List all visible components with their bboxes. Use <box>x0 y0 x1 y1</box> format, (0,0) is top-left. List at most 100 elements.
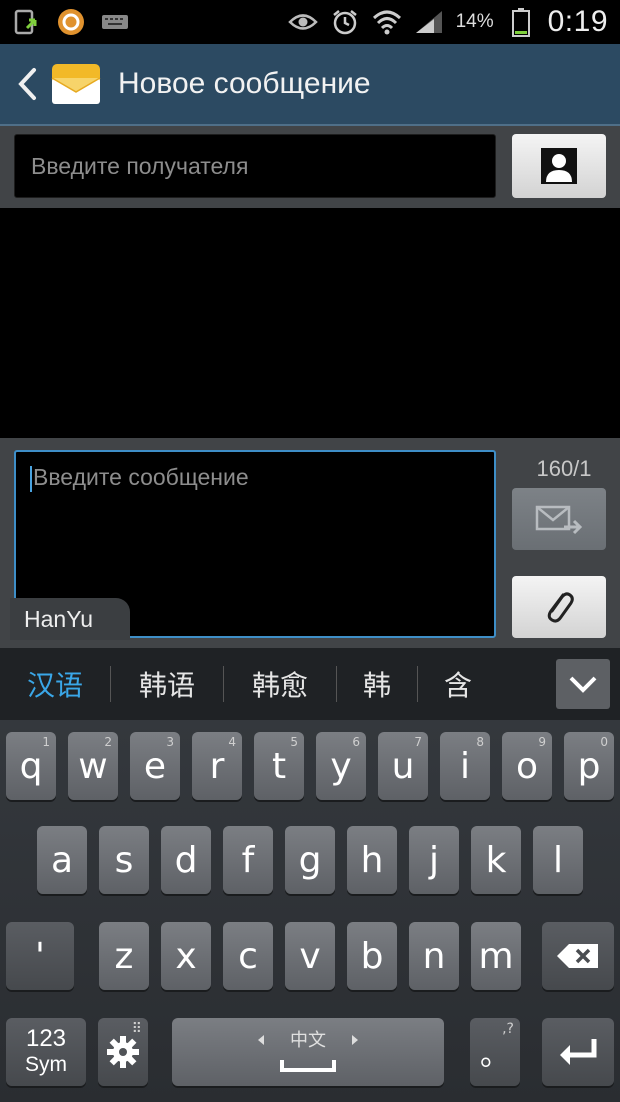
key-q[interactable]: 1q <box>6 732 56 800</box>
key-m[interactable]: m <box>471 922 521 990</box>
key-label: s <box>114 839 134 881</box>
key-label: o <box>515 745 539 787</box>
key-label: q <box>19 745 43 787</box>
space-bar-icon <box>258 1035 358 1072</box>
key-e[interactable]: 3e <box>130 732 180 800</box>
candidate-bar: 汉语 韩语 韩愈 韩 含 <box>0 648 620 720</box>
wifi-icon <box>372 7 402 37</box>
collapse-candidates-button[interactable] <box>556 659 610 709</box>
key-alt-label: 0 <box>600 735 608 749</box>
battery-icon <box>506 7 536 37</box>
candidate-item[interactable]: 韩愈 <box>224 648 336 720</box>
key-a[interactable]: a <box>37 826 87 894</box>
key-b[interactable]: b <box>347 922 397 990</box>
candidate-item[interactable]: 韩语 <box>111 648 223 720</box>
key-label: g <box>298 839 322 881</box>
key-label: ' <box>35 935 45 977</box>
key-h[interactable]: h <box>347 826 397 894</box>
key-r[interactable]: 4r <box>192 732 242 800</box>
paperclip-icon <box>547 592 574 623</box>
send-button[interactable] <box>512 488 606 550</box>
eye-icon <box>287 7 318 37</box>
punctuation-key-alt: ,? <box>502 1021 514 1037</box>
chevron-down-icon <box>569 676 597 693</box>
key-label: b <box>360 935 384 977</box>
key-label: e <box>143 745 167 787</box>
key-v[interactable]: v <box>285 922 335 990</box>
char-counter: 160/1 <box>536 456 592 481</box>
messages-app-icon <box>50 58 102 110</box>
chevron-left-icon <box>18 68 36 100</box>
backspace-icon <box>557 944 598 968</box>
enter-icon <box>560 1039 597 1065</box>
page-title: Новое сообщение <box>118 67 371 100</box>
key-u[interactable]: 7u <box>378 732 428 800</box>
key-label: f <box>241 839 255 881</box>
key-label: d <box>174 839 198 881</box>
key-f[interactable]: f <box>223 826 273 894</box>
key-label: h <box>360 839 384 881</box>
punctuation-key[interactable]: ,? 。 <box>470 1018 520 1086</box>
key-label: u <box>391 745 415 787</box>
key-label: r <box>209 745 225 787</box>
key-w[interactable]: 2w <box>68 732 118 800</box>
sym-key-label-top: 123 <box>25 1025 67 1052</box>
key-j[interactable]: j <box>409 826 459 894</box>
key-o[interactable]: 9o <box>502 732 552 800</box>
key-label: n <box>422 935 446 977</box>
recipient-bar: Введите получателя <box>0 126 620 208</box>
key-z[interactable]: z <box>99 922 149 990</box>
app-update-icon <box>12 7 42 37</box>
key-label: l <box>552 839 563 881</box>
key-alt-label: 8 <box>476 735 484 749</box>
back-button[interactable] <box>14 64 40 104</box>
contacts-button[interactable] <box>512 134 606 198</box>
key-label: p <box>577 745 601 787</box>
key-label: z <box>114 935 134 977</box>
key-p[interactable]: 0p <box>564 732 614 800</box>
key-i[interactable]: 8i <box>440 732 490 800</box>
message-placeholder: Введите сообщение <box>33 464 249 490</box>
key-y[interactable]: 6y <box>316 732 366 800</box>
key-label: a <box>50 839 74 881</box>
contact-icon <box>541 148 577 184</box>
key-x[interactable]: x <box>161 922 211 990</box>
candidate-item[interactable]: 韩 <box>337 648 417 720</box>
signal-icon <box>414 7 444 37</box>
key-apostrophe[interactable]: ' <box>6 922 74 990</box>
key-alt-label: 9 <box>538 735 546 749</box>
status-bar: 14% 0:19 <box>0 0 620 44</box>
key-s[interactable]: s <box>99 826 149 894</box>
status-time: 0:19 <box>547 5 608 38</box>
keyboard-icon <box>100 7 130 37</box>
space-key[interactable]: 中文 <box>172 1018 444 1086</box>
key-g[interactable]: g <box>285 826 335 894</box>
key-alt-label: 5 <box>290 735 298 749</box>
backspace-key[interactable] <box>542 922 614 990</box>
text-cursor <box>30 465 32 492</box>
key-alt-label: 7 <box>414 735 422 749</box>
key-c[interactable]: c <box>223 922 273 990</box>
key-l[interactable]: l <box>533 826 583 894</box>
settings-key-dots-icon: ⠿ <box>131 1021 142 1037</box>
key-n[interactable]: n <box>409 922 459 990</box>
candidate-item[interactable]: 含 <box>418 648 498 720</box>
alarm-icon <box>330 7 360 37</box>
recipient-input[interactable]: Введите получателя <box>14 134 496 198</box>
attach-button[interactable] <box>512 576 606 638</box>
key-alt-label: 4 <box>228 735 236 749</box>
app-header: Новое сообщение <box>0 44 620 126</box>
candidate-item[interactable]: 汉语 <box>0 648 110 720</box>
sym-key[interactable]: 123 Sym <box>6 1018 86 1086</box>
compose-bar: Введите сообщение 160/1 HanYu <box>0 438 620 648</box>
key-label: v <box>299 935 321 977</box>
orange-app-icon <box>56 7 86 37</box>
enter-key[interactable] <box>542 1018 614 1086</box>
recipient-placeholder: Введите получателя <box>31 152 249 179</box>
key-k[interactable]: k <box>471 826 521 894</box>
settings-key[interactable]: ⠿ <box>98 1018 148 1086</box>
key-label: t <box>271 745 287 787</box>
key-t[interactable]: 5t <box>254 732 304 800</box>
key-d[interactable]: d <box>161 826 211 894</box>
key-label: x <box>175 935 197 977</box>
